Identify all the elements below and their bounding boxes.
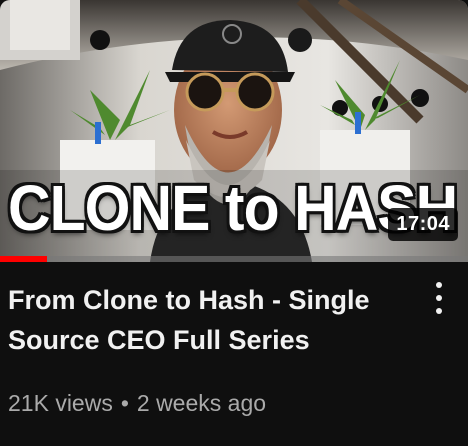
video-thumbnail[interactable]: CLONE to HASH 17:04 (0, 0, 468, 262)
more-vert-icon-dot (436, 295, 442, 301)
duration-badge: 17:04 (388, 208, 458, 241)
more-vert-icon (436, 282, 442, 288)
watch-progress-bar (0, 256, 468, 262)
video-metadata: 21K views • 2 weeks ago (8, 386, 266, 420)
more-vert-icon-dot (436, 308, 442, 314)
video-title[interactable]: From Clone to Hash - Single Source CEO F… (8, 280, 408, 360)
video-card[interactable]: CLONE to HASH 17:04 From Clone to Hash -… (0, 0, 468, 446)
upload-age: 2 weeks ago (136, 390, 267, 416)
view-count: 21K views (8, 390, 113, 416)
watch-progress-fill (0, 256, 47, 262)
meta-separator: • (120, 390, 129, 416)
more-options-button[interactable] (424, 278, 454, 318)
